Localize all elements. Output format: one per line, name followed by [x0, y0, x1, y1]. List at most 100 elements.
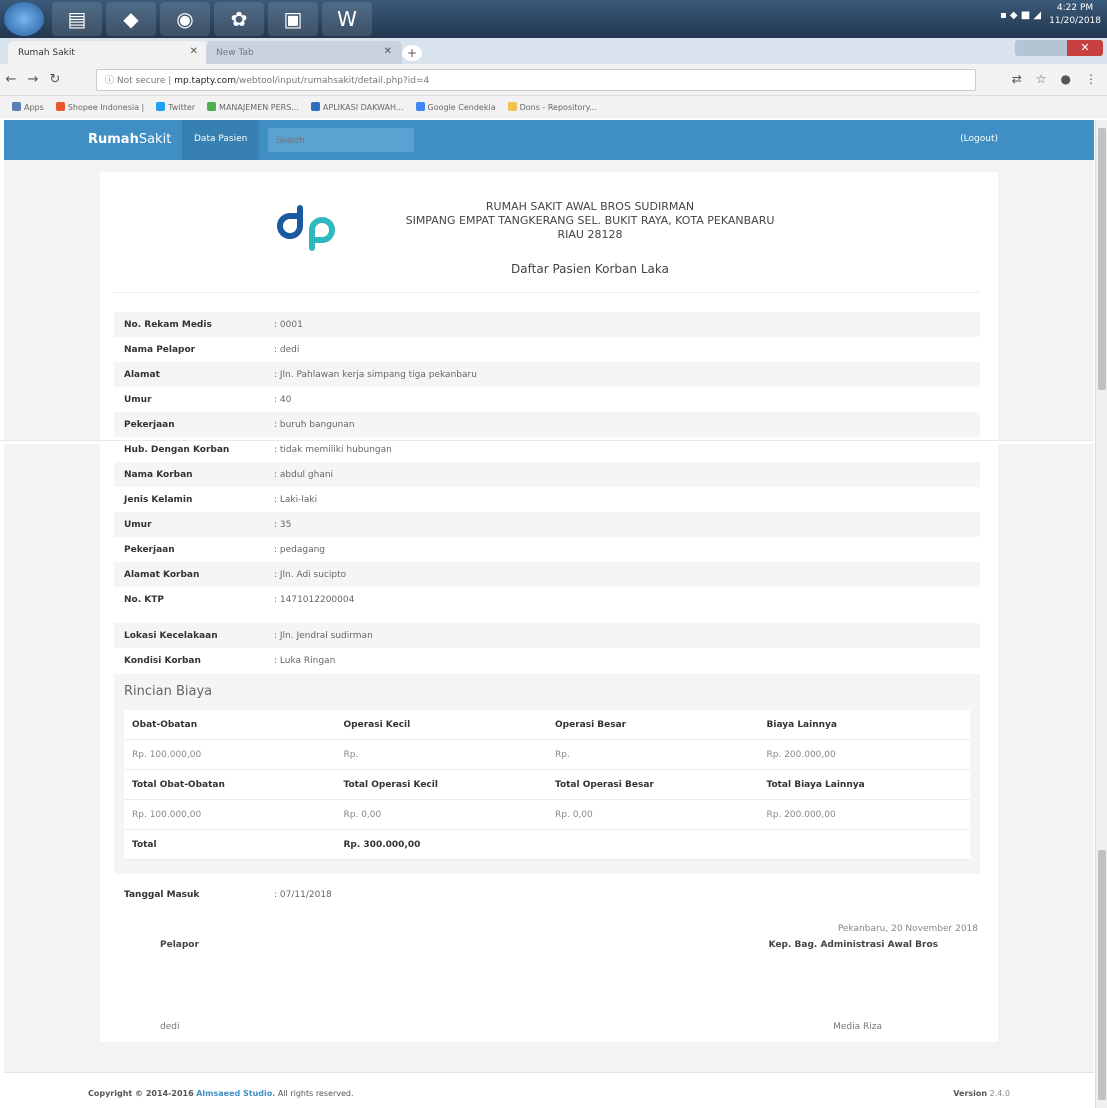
field-value: : Jln. Pahlawan kerja simpang tiga pekan… [274, 369, 477, 380]
start-button[interactable] [4, 2, 44, 36]
field-row: Pekerjaan: buruh bangunan [114, 412, 980, 437]
media-player-icon[interactable]: ◆ [106, 2, 156, 36]
page-footer: Copyright © 2014-2016 Almsaeed Studio. A… [4, 1072, 1094, 1108]
cost-value: Rp. [555, 749, 570, 760]
field-row: Jenis Kelamin: Laki-laki [114, 487, 980, 512]
field-value: : Laki-laki [274, 494, 318, 505]
brand-logo[interactable]: RumahSakit [88, 132, 171, 147]
field-value: : pedagang [274, 544, 326, 555]
forward-icon[interactable]: → [22, 72, 44, 87]
cost-value: Rp. 200.000,00 [766, 809, 836, 820]
field-row: Umur : 35 [114, 512, 980, 537]
bookmark-apps[interactable]: Apps [12, 102, 44, 112]
company-link[interactable]: Almsaeed Studio. [196, 1089, 275, 1098]
field-label: Umur [124, 394, 152, 405]
app-icon[interactable]: ✿ [214, 2, 264, 36]
tab-new-tab[interactable]: New Tab ✕ [206, 41, 402, 64]
tab-label: New Tab [216, 47, 254, 58]
clock[interactable]: 4:22 PM 11/20/2018 [1049, 2, 1101, 28]
network-icon[interactable]: ▪ ◆ ■ ◢ [1000, 10, 1041, 21]
bookmark-manajemen[interactable]: MANAJEMEN PERS... [207, 102, 299, 112]
reload-icon[interactable]: ↻ [44, 72, 66, 87]
window-close-button[interactable]: ✕ [1067, 40, 1103, 56]
star-icon[interactable]: ☆ [1036, 72, 1047, 86]
tab-rumah-sakit[interactable]: Rumah Sakit ✕ [8, 41, 208, 64]
word-icon[interactable]: W [322, 2, 372, 36]
google-icon [415, 102, 425, 111]
hospital-address: SIMPANG EMPAT TANGKERANG SEL. BUKIT RAYA… [405, 214, 775, 227]
signature-right-name: Media Riza [833, 1022, 882, 1032]
bookmark-shopee[interactable]: Shopee Indonesia | [55, 102, 144, 112]
cost-total-value-row: Rp. 100.000,00 Rp. 0,00 Rp. 0,00 Rp. 200… [124, 800, 970, 830]
patient-detail-card: RUMAH SAKIT AWAL BROS SUDIRMAN SIMPANG E… [100, 172, 998, 1042]
signature-right-title: Kep. Bag. Administrasi Awal Bros [768, 940, 938, 950]
total-label: Total [132, 839, 157, 850]
document-title: Daftar Pasien Korban Laka [511, 262, 669, 276]
version-info: Version 2.4.0 [953, 1089, 1010, 1098]
cost-total-header-row: Total Obat-Obatan Total Operasi Kecil To… [124, 770, 970, 800]
field-value: : 35 [274, 519, 292, 530]
scrollbar-thumb[interactable] [1098, 850, 1106, 1100]
signature-left-name: dedi [160, 1022, 180, 1032]
field-value: : 40 [274, 394, 292, 405]
close-tab-icon[interactable]: ✕ [384, 46, 392, 57]
cost-header: Biaya Lainnya [766, 719, 837, 730]
file-explorer-icon[interactable]: ▤ [52, 2, 102, 36]
new-tab-button[interactable]: + [402, 45, 422, 61]
address-bar[interactable]: ⓘ Not secure | mp.tapty.com/webtool/inpu… [96, 69, 976, 91]
logout-link[interactable]: (Logout) [960, 134, 998, 144]
field-row: Alamat: Jln. Pahlawan kerja simpang tiga… [114, 362, 980, 387]
cost-header: Total Operasi Besar [555, 779, 654, 790]
twitter-icon [156, 102, 166, 111]
field-row: Lokasi Kecelakaan: Jln. Jendral sudirman [114, 623, 980, 648]
copyright: Copyright © 2014-2016 Almsaeed Studio. A… [88, 1089, 354, 1098]
translate-icon[interactable]: ⇄ [1012, 72, 1022, 86]
field-value: : dedi [274, 344, 300, 355]
cost-value: Rp. 0,00 [555, 809, 593, 820]
info-icon[interactable]: ⓘ [105, 76, 114, 86]
search-input[interactable] [268, 128, 414, 152]
bookmark-repository[interactable]: Dons - Repository... [507, 102, 597, 112]
system-tray: ▪ ◆ ■ ◢ 4:22 PM 11/20/2018 [1000, 2, 1101, 28]
doc-icon [310, 102, 320, 111]
bookmark-google-cendekia[interactable]: Google Cendekia [415, 102, 496, 112]
cost-details-title: Rincian Biaya [124, 684, 213, 699]
field-value: : Luka Ringan [274, 655, 336, 666]
field-label: Umur [124, 519, 152, 530]
field-value: : 07/11/2018 [274, 889, 332, 900]
app-icon-2[interactable]: ▣ [268, 2, 318, 36]
field-label: No. Rekam Medis [124, 319, 212, 330]
cost-header: Total Obat-Obatan [132, 779, 225, 790]
field-label: Lokasi Kecelakaan [124, 630, 218, 641]
field-value: : 1471012200004 [274, 594, 355, 605]
field-row: No. KTP : 1471012200004 [114, 587, 980, 612]
back-icon[interactable]: ← [0, 72, 22, 87]
chrome-icon[interactable]: ◉ [160, 2, 210, 36]
bookmark-twitter[interactable]: Twitter [156, 102, 195, 112]
hospital-region: RIAU 28128 [557, 228, 623, 241]
url-security: Not secure [116, 76, 166, 86]
accident-fields: Lokasi Kecelakaan: Jln. Jendral sudirman… [114, 623, 980, 673]
field-value: : abdul ghani [274, 469, 334, 480]
field-label: Alamat Korban [124, 569, 200, 580]
field-row: Nama Korban : abdul ghani [114, 462, 980, 487]
close-tab-icon[interactable]: ✕ [190, 46, 198, 57]
field-label: Nama Korban [124, 469, 193, 480]
cost-value: Rp. 0,00 [343, 809, 382, 820]
signature-left-title: Pelapor [160, 940, 199, 950]
url-host: mp.tapty.com [174, 76, 236, 86]
cost-details-panel: Rincian Biaya Obat-Obatan Operasi Kecil … [114, 674, 980, 874]
field-label: No. KTP [124, 594, 164, 605]
scrollbar-thumb[interactable] [1098, 128, 1106, 390]
cost-header: Obat-Obatan [132, 719, 198, 730]
field-value: : tidak memiliki hubungan [274, 444, 392, 455]
bookmark-aplikasi[interactable]: APLIKASI DAKWAH... [310, 102, 404, 112]
hospital-name: RUMAH SAKIT AWAL BROS SUDIRMAN [485, 200, 695, 213]
profile-icon[interactable]: ● [1061, 72, 1071, 86]
menu-icon[interactable]: ⋮ [1085, 72, 1097, 86]
window-controls: ✕ [1015, 40, 1103, 56]
nav-data-pasien[interactable]: Data Pasien [182, 120, 260, 160]
field-value: : buruh bangunan [274, 419, 355, 430]
scrollbar[interactable] [1095, 120, 1107, 1108]
cost-header: Operasi Kecil [343, 719, 411, 730]
